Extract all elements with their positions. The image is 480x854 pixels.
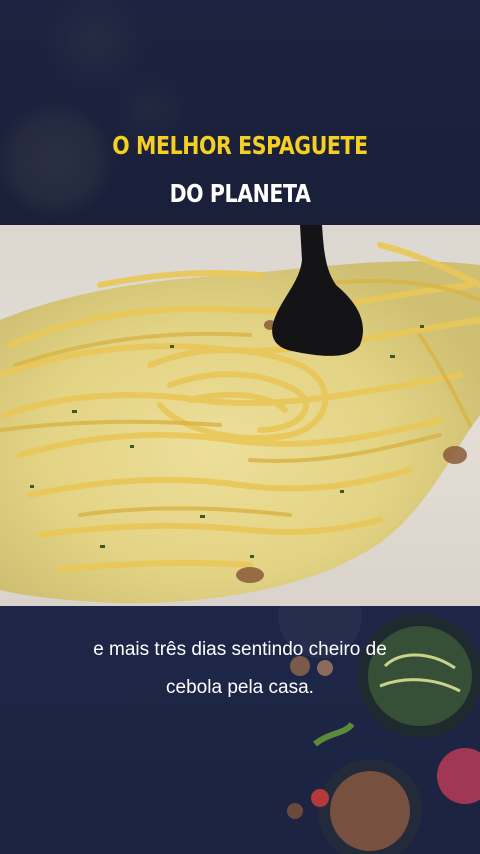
- caption-line-2: cebola pela casa.: [166, 677, 314, 698]
- title-line-1: O MELHOR ESPAGUETE: [112, 131, 368, 160]
- caption-line-1: e mais três dias sentindo cheiro de: [93, 639, 387, 660]
- title-line-2: DO PLANETA: [169, 179, 311, 208]
- pasta-image: [0, 225, 480, 604]
- pasta-video-frame[interactable]: [0, 225, 480, 606]
